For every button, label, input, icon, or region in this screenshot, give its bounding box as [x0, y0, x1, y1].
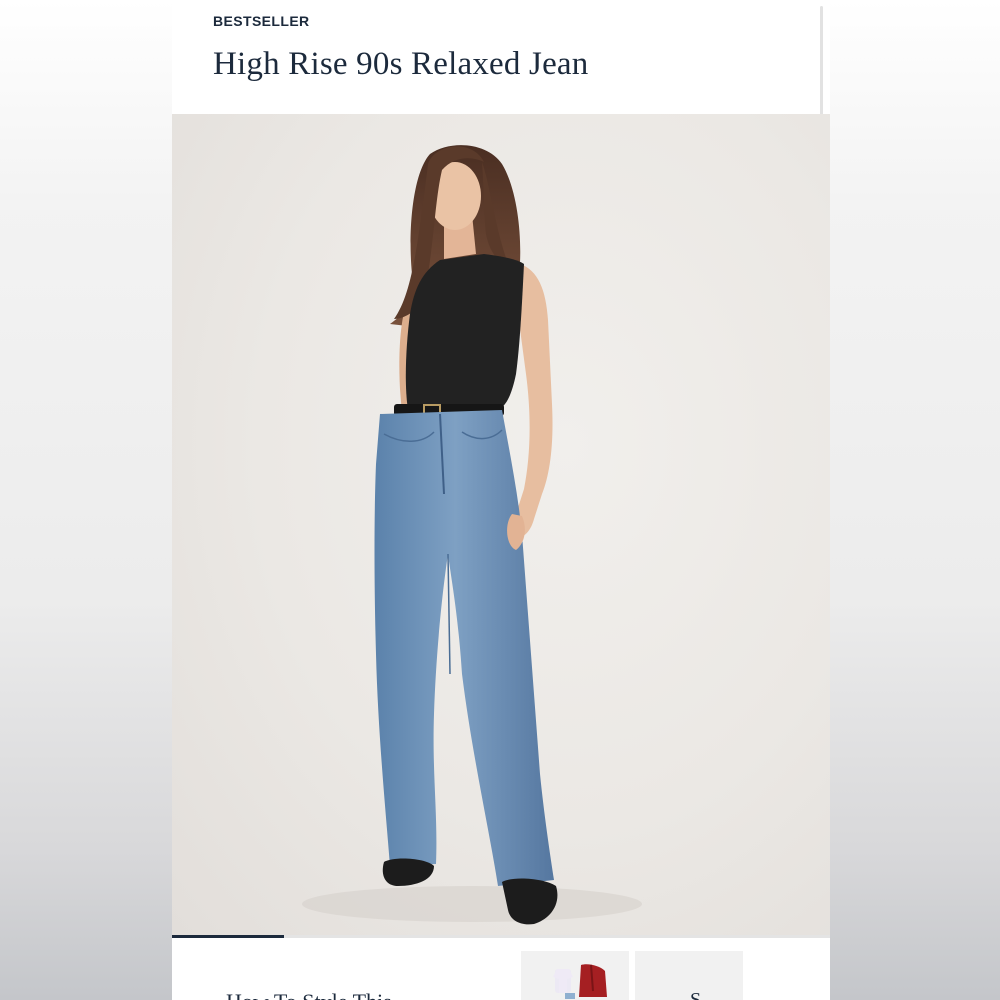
chevron-right-icon[interactable]: ›	[754, 993, 760, 1000]
product-photo	[302, 145, 642, 925]
product-image-gallery[interactable]	[172, 114, 830, 938]
outfit-thumbnail-2-label: S	[690, 989, 702, 1000]
outfit-thumbnail[interactable]	[521, 951, 629, 1000]
product-page: BESTSELLER High Rise 90s Relaxed Jean S	[172, 0, 830, 1000]
how-to-style-section: How To Style This S ›	[172, 938, 830, 1000]
outfit-thumbnail-image	[553, 964, 607, 999]
outfit-thumbnail-2[interactable]: S	[635, 951, 743, 1000]
product-header: BESTSELLER High Rise 90s Relaxed Jean	[172, 0, 830, 116]
scrollbar[interactable]	[820, 6, 823, 116]
how-to-style-link[interactable]: How To Style This	[226, 989, 392, 1000]
bestseller-badge: BESTSELLER	[213, 13, 310, 29]
product-title: High Rise 90s Relaxed Jean	[213, 46, 589, 82]
